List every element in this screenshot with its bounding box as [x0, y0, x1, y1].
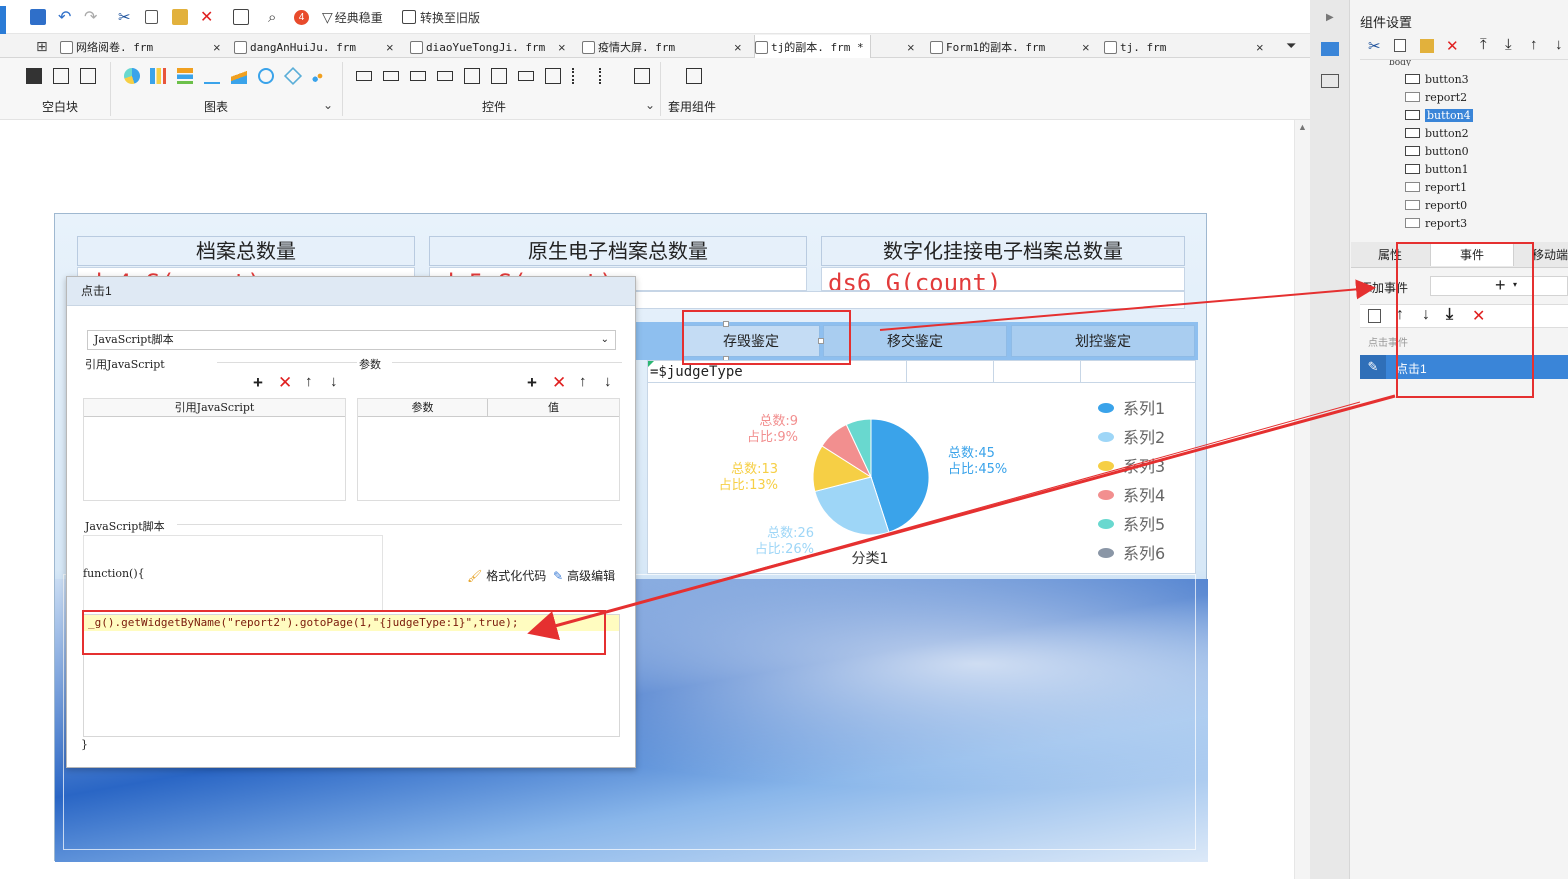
annotation-arrows [527, 279, 1396, 641]
arrow-to-code [527, 394, 1396, 641]
arrow-to-event [879, 279, 1376, 331]
